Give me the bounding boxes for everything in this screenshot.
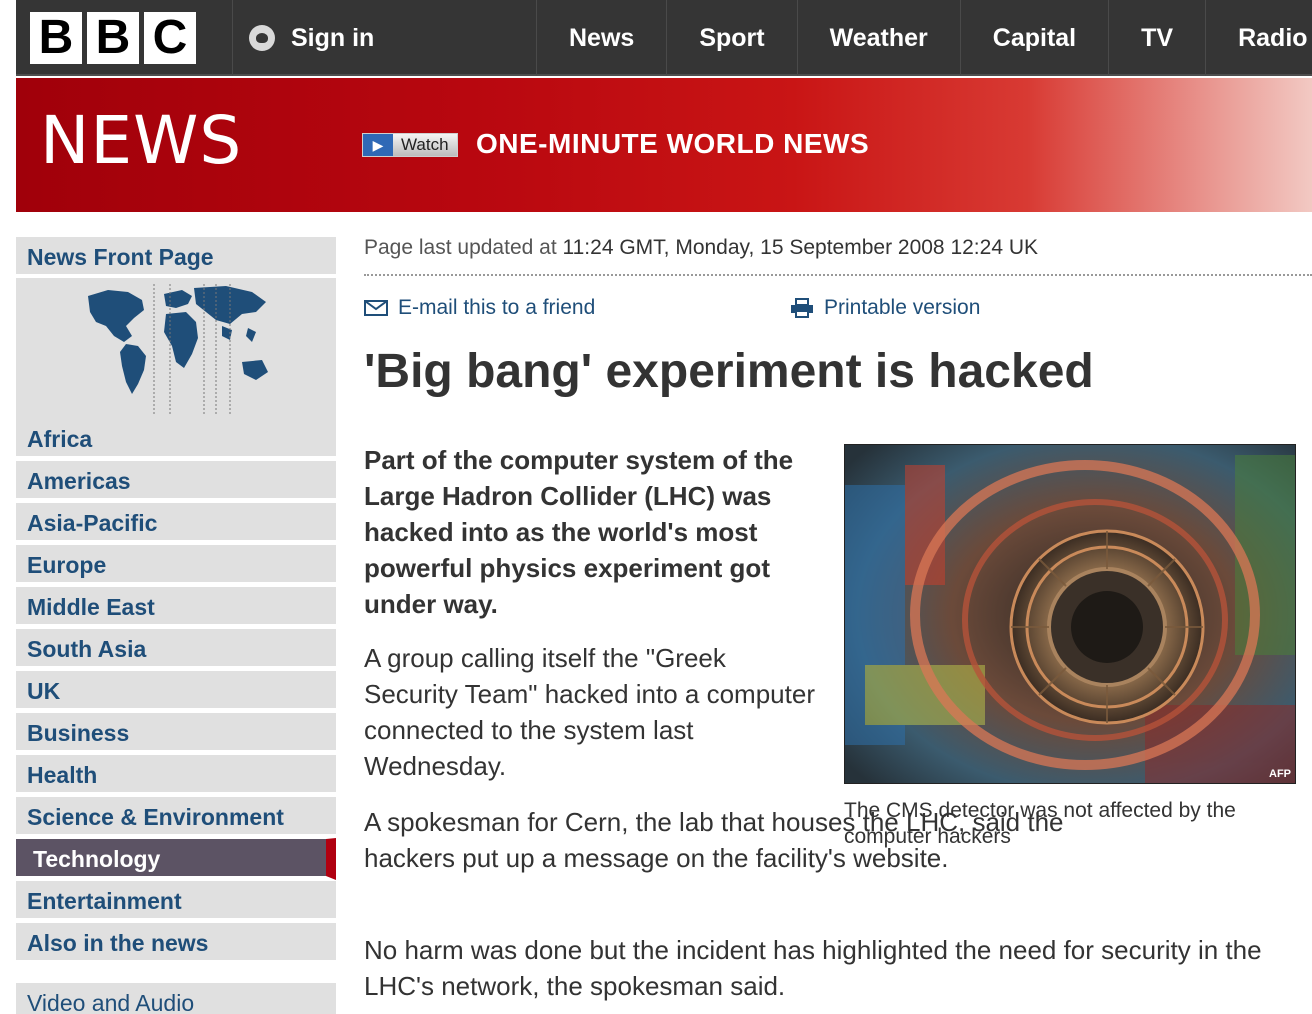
envelope-icon [364, 300, 388, 316]
image-credit: AFP [1269, 768, 1291, 780]
last-updated: Page last updated at 11:24 GMT, Monday, … [364, 236, 1312, 276]
printable-version-link[interactable]: Printable version [790, 296, 980, 320]
one-minute-news-link[interactable]: ONE-MINUTE WORLD NEWS [476, 128, 869, 160]
sidebar-item-technology[interactable]: Technology [16, 838, 336, 880]
news-section-title[interactable]: NEWS [40, 108, 242, 174]
sidebar-item-middle-east[interactable]: Middle East [16, 586, 336, 628]
printer-icon [790, 298, 814, 318]
nav-news[interactable]: News [536, 0, 666, 76]
sidebar-item-uk[interactable]: UK [16, 670, 336, 712]
nav-radio[interactable]: Radio [1205, 0, 1312, 76]
top-nav: News Sport Weather Capital TV Radio [536, 0, 1312, 76]
user-icon [249, 25, 275, 51]
nav-capital[interactable]: Capital [959, 0, 1108, 76]
article-paragraph: A group calling itself the "Greek Securi… [364, 643, 815, 781]
logo-letter: B [87, 12, 139, 64]
nav-weather[interactable]: Weather [796, 0, 960, 76]
sidebar-item-entertainment[interactable]: Entertainment [16, 880, 336, 922]
sidebar-item-business[interactable]: Business [16, 712, 336, 754]
image-caption: The CMS detector was not affected by the… [844, 799, 1236, 848]
sidebar-item-front-page[interactable]: News Front Page [16, 236, 336, 278]
bbc-top-bar: B B C Sign in News Sport Weather Capital… [16, 0, 1312, 76]
watch-label: Watch [393, 134, 457, 156]
article-main: Page last updated at 11:24 GMT, Monday, … [364, 236, 1312, 1001]
updated-time: 11:24 GMT, Monday, 15 September 2008 12:… [562, 236, 1039, 259]
article-lead: Part of the computer system of the Large… [364, 445, 794, 619]
email-friend-link[interactable]: E-mail this to a friend [364, 296, 595, 320]
email-friend-label: E-mail this to a friend [398, 296, 596, 319]
detector-image [845, 445, 1295, 783]
sidebar-item-health[interactable]: Health [16, 754, 336, 796]
logo-letter: B [30, 12, 82, 64]
news-banner: NEWS ▶ Watch ONE-MINUTE WORLD NEWS [16, 78, 1312, 212]
section-sidebar: News Front Page Africa Americas Asia-Pac… [16, 236, 336, 1014]
sign-in-label: Sign in [291, 23, 375, 52]
sign-in-link[interactable]: Sign in [232, 0, 552, 76]
world-map-icon[interactable] [16, 278, 336, 422]
bbc-logo[interactable]: B B C [30, 12, 196, 64]
updated-prefix: Page last updated at [364, 236, 563, 259]
sidebar-item-science-environment[interactable]: Science & Environment [16, 796, 336, 838]
sidebar-item-also-in-the-news[interactable]: Also in the news [16, 922, 336, 964]
watch-button[interactable]: ▶ Watch [362, 133, 458, 157]
sidebar-item-south-asia[interactable]: South Asia [16, 628, 336, 670]
article-tools: E-mail this to a friend Printable versio… [364, 276, 1312, 332]
article-headline: 'Big bang' experiment is hacked [364, 345, 1094, 398]
sidebar-item-europe[interactable]: Europe [16, 544, 336, 586]
cms-detector-photo: AFP [844, 444, 1296, 784]
sidebar-item-africa[interactable]: Africa [16, 418, 336, 460]
play-icon: ▶ [363, 134, 393, 156]
nav-tv[interactable]: TV [1108, 0, 1205, 76]
logo-letter: C [144, 12, 196, 64]
article-paragraph: No harm was done but the incident has hi… [364, 935, 1262, 1001]
sidebar-item-asia-pacific[interactable]: Asia-Pacific [16, 502, 336, 544]
sidebar-item-americas[interactable]: Americas [16, 460, 336, 502]
sidebar-item-video-audio[interactable]: Video and Audio [16, 982, 336, 1014]
nav-sport[interactable]: Sport [666, 0, 796, 76]
printable-version-label: Printable version [824, 296, 981, 319]
